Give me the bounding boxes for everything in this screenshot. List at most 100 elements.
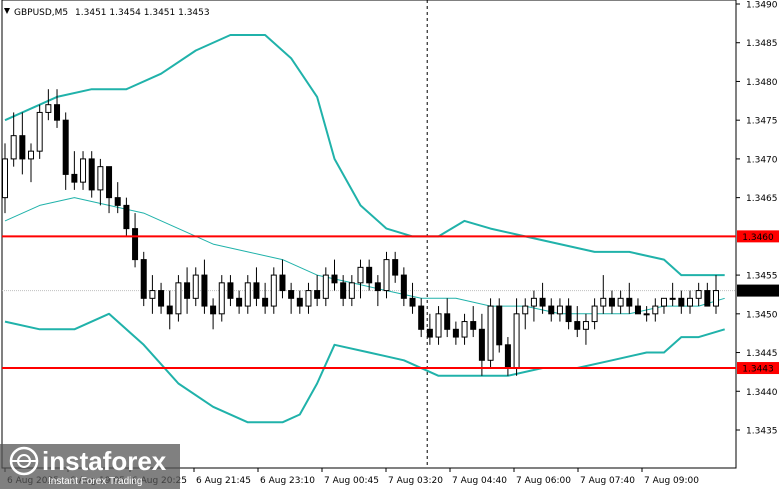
- candle-body: [236, 297, 243, 307]
- candle-body: [574, 321, 581, 330]
- candle-body: [2, 158, 8, 199]
- candle-body: [296, 297, 303, 307]
- candle-body: [504, 344, 511, 369]
- candle-body: [582, 321, 589, 330]
- watermark-brand: instaforex: [42, 446, 167, 476]
- chart-background: [0, 0, 781, 489]
- x-tick-label: 7 Aug 07:40: [580, 476, 635, 486]
- current-price-label: 1.3453: [742, 287, 774, 297]
- candle-body: [496, 305, 503, 346]
- candle-body: [218, 282, 225, 315]
- y-tick-label: 1.3435: [746, 427, 778, 437]
- candle-body: [634, 305, 641, 315]
- candle-body: [192, 274, 199, 299]
- candle-body: [643, 313, 650, 316]
- y-tick-label: 1.3470: [746, 155, 778, 165]
- candle-body: [270, 274, 277, 307]
- candle-body: [487, 305, 494, 361]
- candle-body: [80, 158, 87, 183]
- candle-body: [253, 282, 260, 299]
- y-tick-label: 1.3445: [746, 349, 778, 359]
- candle-body: [348, 282, 355, 299]
- candle-body: [513, 313, 520, 369]
- x-tick-label: 7 Aug 09:00: [644, 476, 699, 486]
- candle-body: [175, 282, 182, 315]
- candle-body: [331, 274, 338, 284]
- candle-body: [522, 305, 529, 315]
- candle-body: [279, 274, 286, 292]
- watermark-tagline: Instant Forex Trading: [48, 476, 143, 487]
- candle-body: [713, 290, 719, 307]
- candle-body: [660, 297, 667, 307]
- y-tick-label: 1.3440: [746, 388, 778, 398]
- candle-body: [452, 328, 459, 338]
- candle-body: [340, 282, 347, 299]
- candle-body: [10, 135, 17, 160]
- symbol: GBPUSD,M5: [14, 8, 68, 18]
- x-tick-label: 7 Aug 04:40: [452, 476, 507, 486]
- level-price-label: 1.3443: [742, 365, 774, 375]
- ohlc-values: 1.3451 1.3454 1.3451 1.3453: [75, 8, 210, 18]
- x-tick-label: 7 Aug 03:20: [388, 476, 443, 486]
- candle-body: [322, 274, 329, 299]
- candle-body: [314, 290, 321, 299]
- candle-body: [539, 297, 546, 307]
- candle-body: [210, 305, 217, 315]
- candle-body: [28, 150, 35, 160]
- y-tick-label: 1.3485: [746, 39, 778, 49]
- candle-body: [97, 166, 104, 191]
- candle-body: [71, 173, 78, 183]
- candle-body: [140, 259, 147, 299]
- candle-body: [418, 305, 425, 330]
- candle-body: [88, 158, 95, 191]
- candle-body: [158, 290, 165, 307]
- x-tick-label: 6 Aug 21:45: [196, 476, 251, 486]
- candle-body: [426, 328, 433, 338]
- candle-body: [626, 297, 633, 307]
- candle-body: [704, 290, 711, 307]
- candle-body: [19, 135, 26, 160]
- x-tick-label: 6 Aug 23:10: [260, 476, 315, 486]
- candle-body: [305, 290, 312, 307]
- candle-body: [357, 266, 364, 284]
- candle-body: [695, 290, 702, 299]
- candle-body: [686, 297, 693, 307]
- y-tick-label: 1.3475: [746, 117, 778, 127]
- candle-body: [444, 313, 451, 330]
- level-price-label: 1.3460: [742, 233, 774, 243]
- candle-body: [374, 282, 381, 292]
- candle-body: [201, 274, 208, 307]
- candle-body: [262, 297, 269, 307]
- instaforex-watermark: instaforex Instant Forex Trading: [0, 444, 180, 489]
- candle-body: [184, 282, 191, 299]
- candle-body: [461, 321, 468, 338]
- candle-body: [608, 297, 615, 307]
- candle-body: [409, 297, 416, 307]
- price-chart[interactable]: 1.3460 1.3443 1.3453 1.3490 1.3485 1.3480 1.3…: [0, 0, 781, 489]
- candle-body: [36, 111, 43, 152]
- candle-body: [383, 259, 390, 292]
- candle-body: [678, 297, 685, 307]
- candle-body: [54, 104, 61, 121]
- candle-body: [392, 259, 399, 276]
- candle-body: [123, 204, 130, 230]
- y-tick-label: 1.3450: [746, 310, 778, 320]
- x-tick-label: 7 Aug 00:45: [324, 476, 379, 486]
- candle-body: [591, 305, 598, 323]
- y-tick-label: 1.3490: [746, 1, 778, 11]
- candle-body: [669, 297, 676, 300]
- candle-body: [600, 297, 607, 307]
- candle-body: [227, 282, 234, 299]
- candle-body: [470, 321, 477, 330]
- candle-body: [149, 290, 156, 299]
- candle-body: [166, 305, 173, 315]
- chart-symbol-label: GBPUSD,M5 1.3451 1.3454 1.3451 1.3453: [14, 8, 210, 18]
- candle-body: [617, 297, 624, 307]
- candle-body: [556, 305, 563, 315]
- candle-body: [132, 228, 139, 261]
- candle-body: [435, 313, 442, 338]
- candle-body: [45, 104, 52, 113]
- candle-body: [565, 305, 572, 323]
- candle-body: [652, 305, 659, 315]
- candle-body: [244, 282, 251, 307]
